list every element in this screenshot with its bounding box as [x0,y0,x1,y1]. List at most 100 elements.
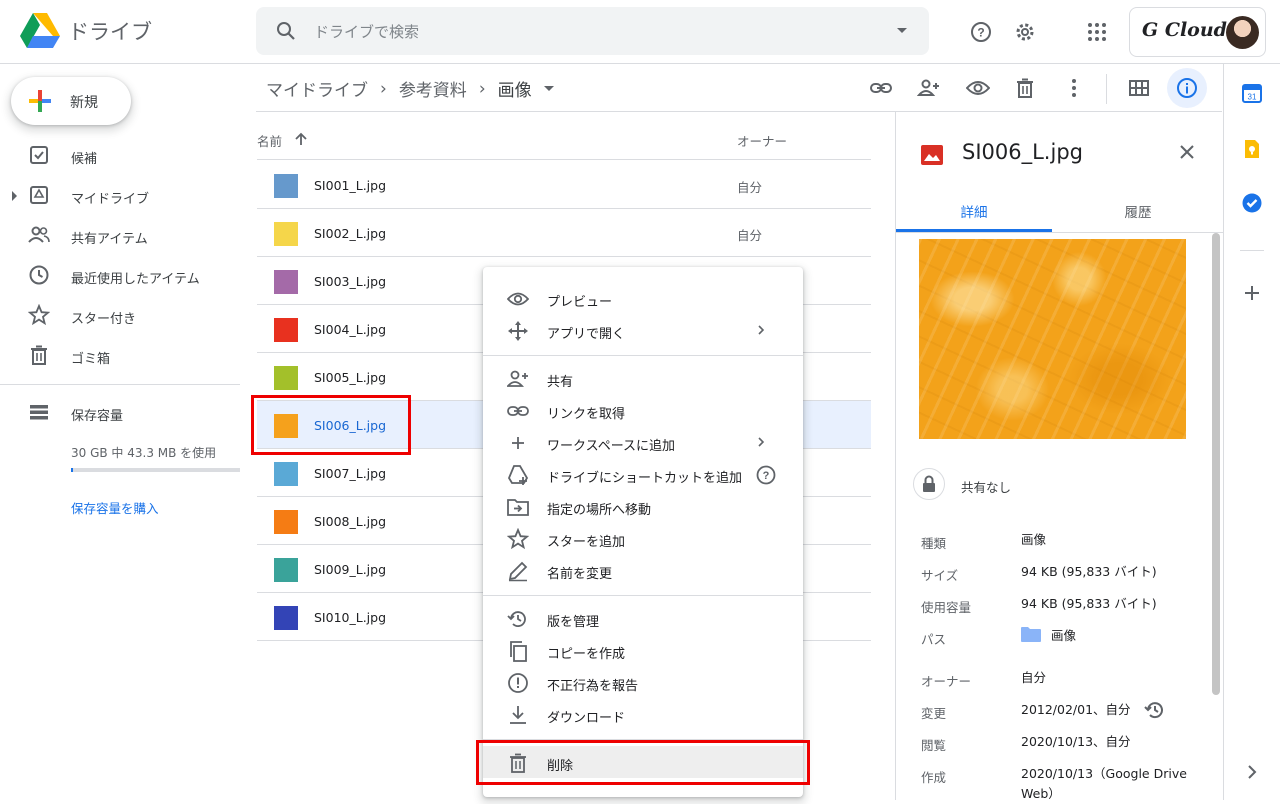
tasks-icon[interactable] [1241,192,1263,214]
storage-used-text: 30 GB 中 43.3 MB を使用 [71,446,217,460]
image-thumbnail [274,318,298,342]
image-thumbnail [274,174,298,198]
highlight-box-delete [476,740,810,785]
breadcrumb-current[interactable]: 画像 [498,76,532,101]
help-icon[interactable]: ? [965,16,997,48]
highlight-box-file [251,395,411,455]
details-panel: SI006_L.jpg 詳細 履歴 共有なし 種類 画像 サイズ 94 KB (… [895,112,1224,801]
sidebar-item-shared[interactable]: 共有アイテム [0,216,240,256]
image-preview[interactable] [919,239,1186,439]
menu-item-make-copy[interactable]: コピーを作成 [483,634,803,666]
move-folder-icon [507,496,529,518]
apps-grid-icon[interactable] [1081,16,1113,48]
file-row[interactable]: SI001_L.jpg 自分 [257,161,871,209]
tab-history[interactable]: 履歴 [1052,192,1224,232]
settings-gear-icon[interactable] [1009,16,1041,48]
image-thumbnail [274,558,298,582]
menu-item-preview[interactable]: プレビュー [483,282,803,314]
chevron-right-icon[interactable] [1241,761,1263,783]
image-thumbnail [274,462,298,486]
grid-view-icon[interactable] [1123,72,1155,104]
menu-item-label: リンクを取得 [547,407,626,422]
details-title: SI006_L.jpg [962,140,1083,164]
file-name: SI003_L.jpg [314,274,387,289]
menu-item-add-to-workspace[interactable]: ワークスペースに追加 [483,426,803,458]
help-icon[interactable]: ? [755,464,777,486]
menu-divider [483,355,803,356]
file-name: SI004_L.jpg [314,322,387,337]
sidebar-item-recent[interactable]: 最近使用したアイテム [0,256,240,296]
clock-icon [28,264,50,286]
search-icon[interactable] [274,19,298,43]
menu-item-label: 名前を変更 [547,567,613,582]
file-name: SI005_L.jpg [314,370,387,385]
share-person-add-icon[interactable] [913,72,945,104]
toolbar-divider [1106,74,1107,104]
file-name: SI001_L.jpg [314,178,387,193]
menu-item-label: 指定の場所へ移動 [547,503,652,518]
sidebar-item-label: 共有アイテム [71,232,148,247]
avatar[interactable] [1226,16,1259,49]
add-addon-icon[interactable] [1241,282,1263,304]
sort-arrow-up-icon[interactable] [294,132,308,146]
menu-item-download[interactable]: ダウンロード [483,698,803,730]
sidebar-item-trash[interactable]: ゴミ箱 [0,336,240,376]
menu-item-get-link[interactable]: リンクを取得 [483,394,803,426]
close-icon[interactable] [1177,142,1197,162]
storage-label: 保存容量 [71,409,124,424]
calendar-icon[interactable]: 31 [1241,82,1263,104]
svg-text:31: 31 [1248,93,1257,102]
menu-item-add-star[interactable]: スターを追加 [483,522,803,554]
sidebar-item-starred[interactable]: スター付き [0,296,240,336]
menu-item-manage-versions[interactable]: 版を管理 [483,602,803,634]
top-bar: ドライブ ドライブで検索 ? G Cloud [0,0,1280,64]
menu-item-label: アプリで開く [547,327,626,342]
expand-arrow-icon[interactable] [12,191,17,201]
link-icon[interactable] [865,72,897,104]
buy-storage-link[interactable]: 保存容量を購入 [71,498,159,517]
column-name-header[interactable]: 名前 [257,131,282,150]
drive-shortcut-icon [507,464,529,486]
image-thumbnail [274,222,298,246]
column-owner-header[interactable]: オーナー [737,131,787,150]
more-vert-icon[interactable] [1058,72,1090,104]
menu-item-rename[interactable]: 名前を変更 [483,554,803,586]
menu-item-share[interactable]: 共有 [483,362,803,394]
svg-text:?: ? [763,470,770,482]
sidebar-item-storage[interactable]: 保存容量 [0,393,240,433]
file-name: SI009_L.jpg [314,562,387,577]
menu-item-open-with[interactable]: アプリで開く [483,314,803,346]
breadcrumb-my-drive[interactable]: マイドライブ [266,76,368,101]
file-row[interactable]: SI002_L.jpg 自分 [257,209,871,257]
new-button[interactable]: 新規 [11,77,131,125]
menu-item-report-abuse[interactable]: 不正行為を報告 [483,666,803,698]
drive-logo-icon[interactable] [20,13,60,48]
detail-key: 閲覧 [921,738,947,753]
image-thumbnail [274,510,298,534]
detail-key: 種類 [921,536,947,551]
breadcrumb-parent[interactable]: 参考資料 [399,76,467,101]
report-icon [507,672,529,694]
detail-key: 使用容量 [921,600,972,615]
search-options-icon[interactable] [897,28,907,33]
folder-menu-caret-icon[interactable] [543,86,554,91]
menu-item-add-shortcut[interactable]: ドライブにショートカットを追加 ? [483,458,803,490]
keep-icon[interactable] [1241,138,1263,160]
search-box[interactable]: ドライブで検索 [256,7,929,55]
file-owner: 自分 [737,228,763,243]
path-folder-link[interactable]: 画像 [1051,626,1221,646]
shared-icon [28,224,50,246]
account-button[interactable]: G Cloud [1129,7,1266,57]
tab-details[interactable]: 詳細 [896,192,1052,232]
breadcrumb: マイドライブ › 参考資料 › 画像 [266,76,554,101]
tab-divider [896,232,1224,233]
search-input[interactable]: ドライブで検索 [314,21,419,42]
sidebar-item-priority[interactable]: 候補 [0,136,240,176]
info-icon[interactable] [1167,68,1207,108]
preview-eye-icon[interactable] [962,72,994,104]
delete-trash-icon[interactable] [1009,72,1041,104]
menu-item-move-to[interactable]: 指定の場所へ移動 [483,490,803,522]
sidebar-item-my-drive[interactable]: マイドライブ [0,176,240,216]
menu-item-label: コピーを作成 [547,647,626,662]
history-icon [507,608,529,630]
